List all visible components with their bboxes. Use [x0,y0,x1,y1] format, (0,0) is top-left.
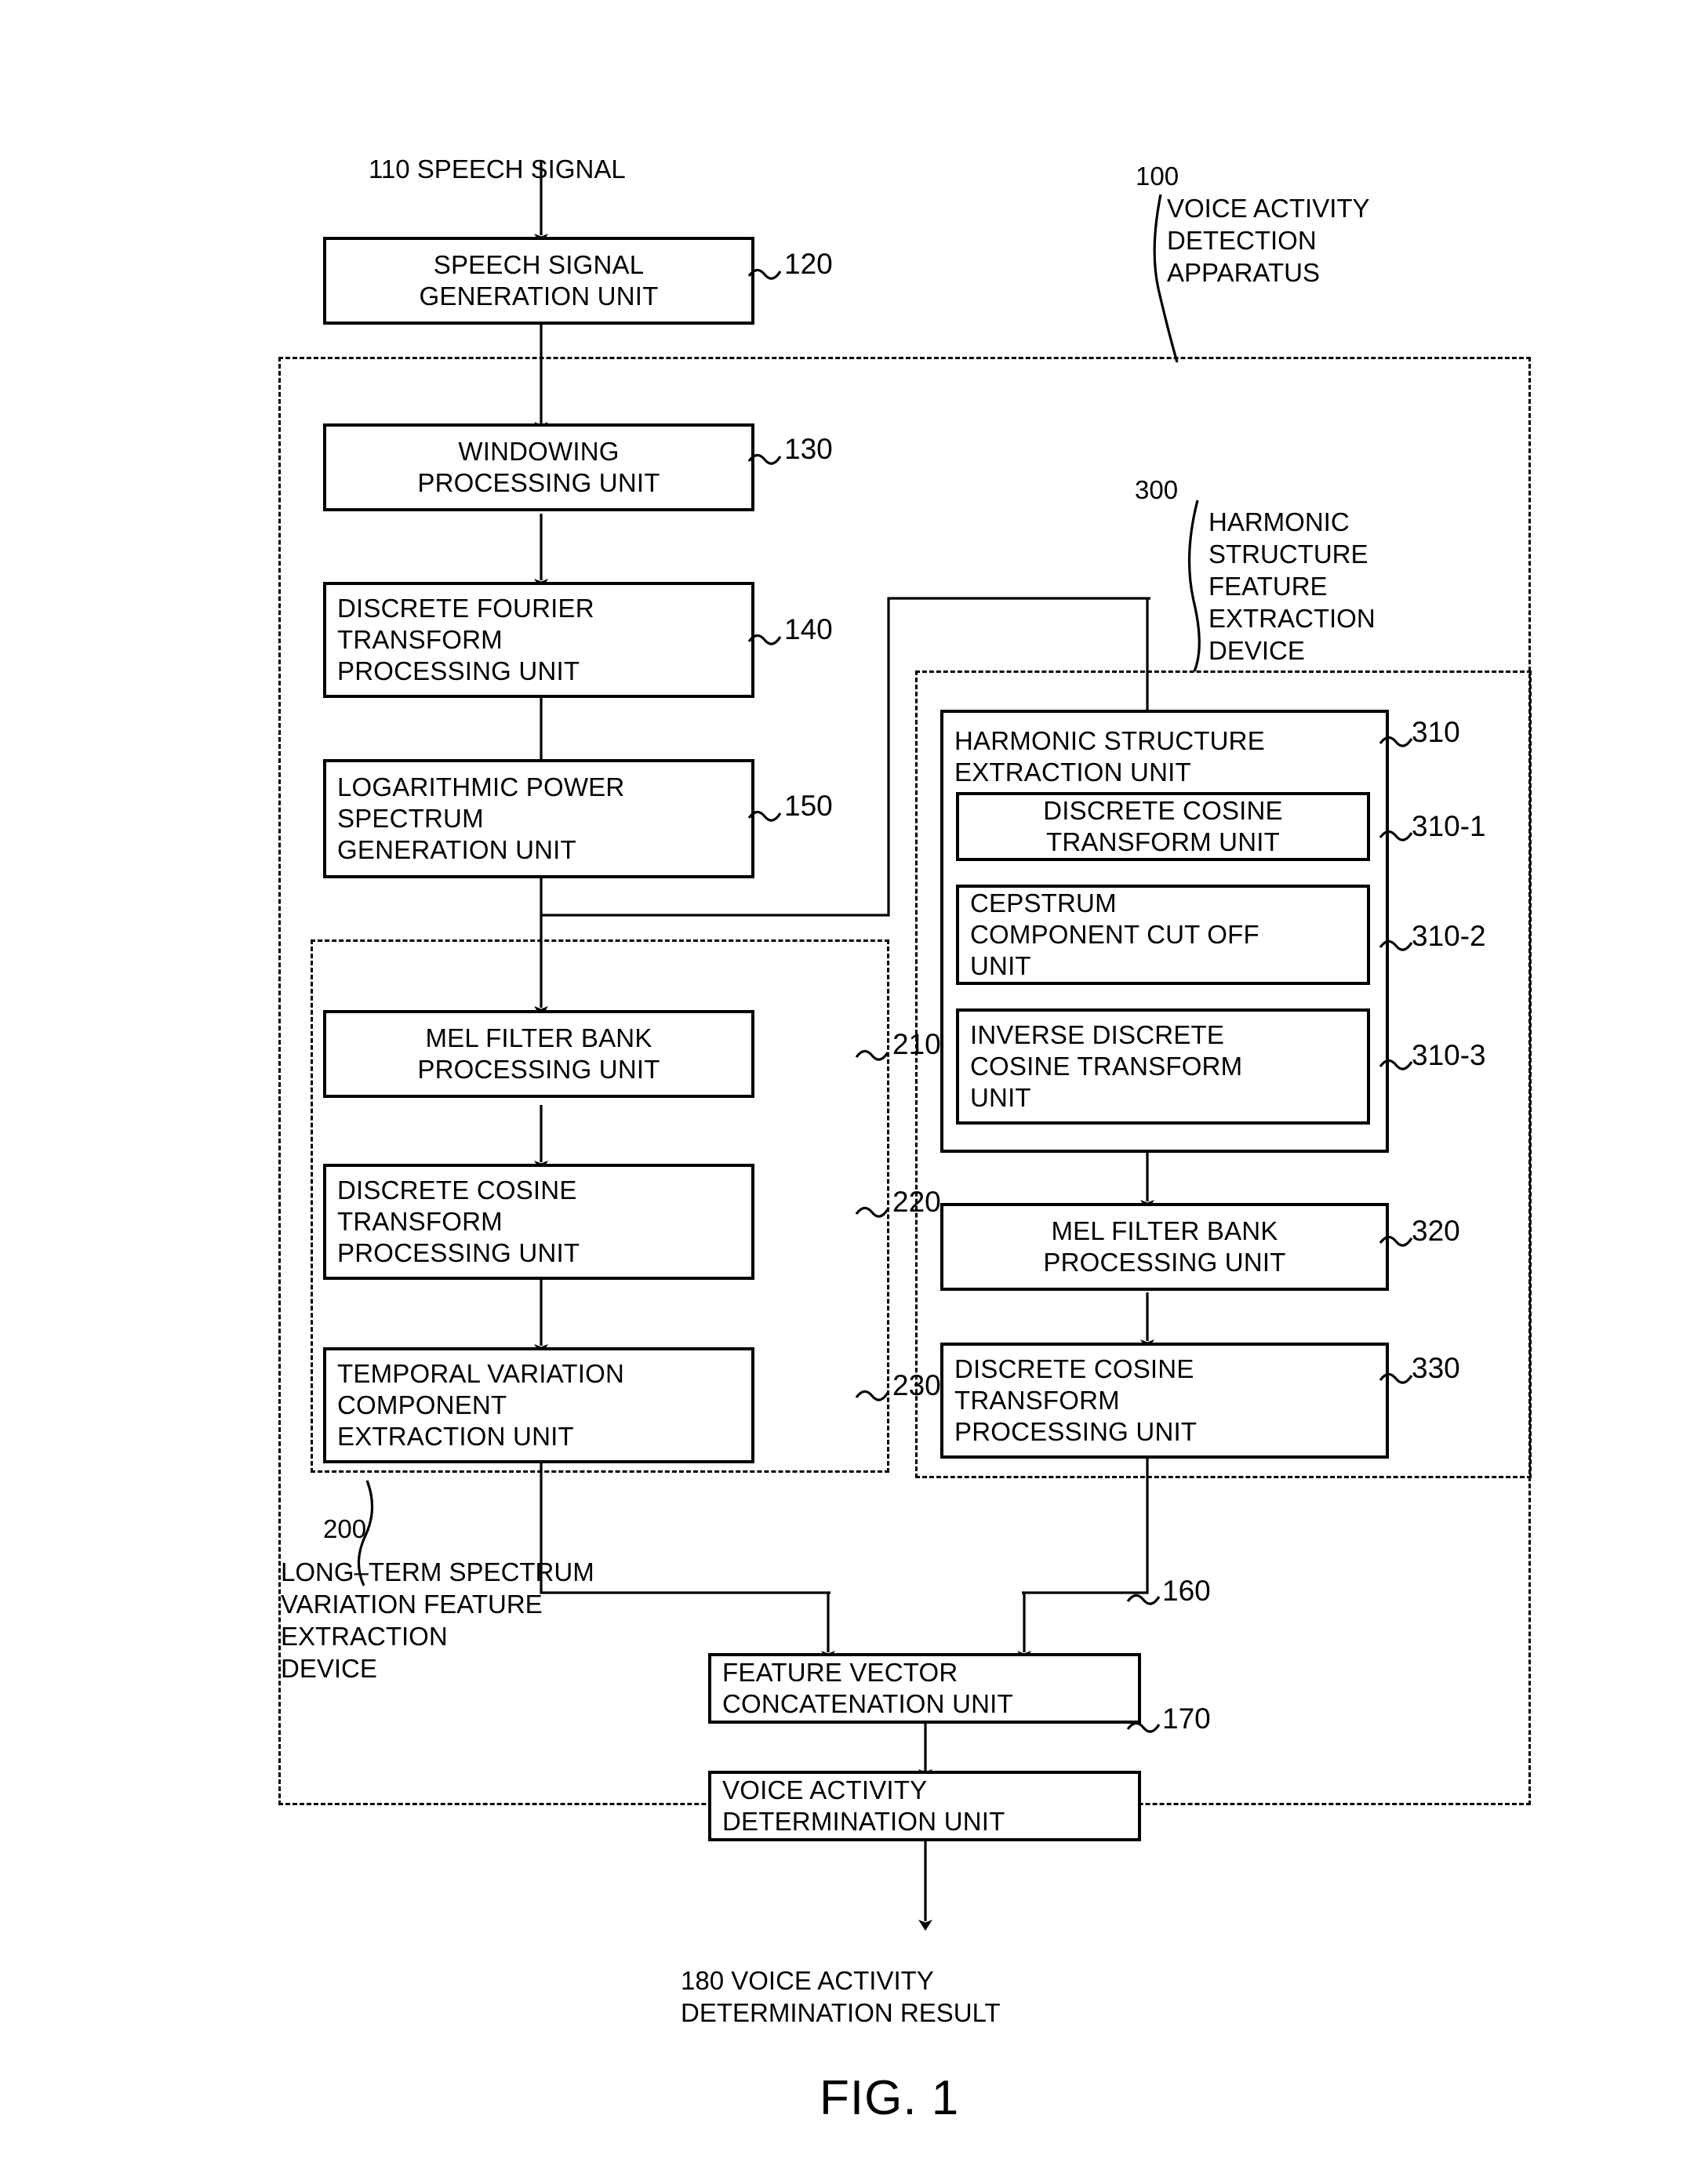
ref-160: 160 [1162,1575,1211,1607]
block-310-2-label: CEPSTRUM COMPONENT CUT OFF UNIT [970,888,1259,981]
block-170-label: VOICE ACTIVITY DETERMINATION UNIT [722,1775,1005,1836]
ref-310-3: 310-3 [1412,1039,1486,1071]
ref-330: 330 [1412,1352,1460,1384]
ref-320: 320 [1412,1215,1460,1247]
block-temporal-variation-component-extraction-unit[interactable]: TEMPORAL VARIATION COMPONENT EXTRACTION … [323,1347,754,1463]
block-inverse-discrete-cosine-transform-unit[interactable]: INVERSE DISCRETE COSINE TRANSFORM UNIT [956,1008,1370,1125]
block-discrete-cosine-transform-processing-unit-330[interactable]: DISCRETE COSINE TRANSFORM PROCESSING UNI… [940,1343,1389,1459]
block-voice-activity-determination-unit[interactable]: VOICE ACTIVITY DETERMINATION UNIT [708,1771,1141,1841]
ref-120: 120 [784,248,833,280]
ref-310-1: 310-1 [1412,810,1486,842]
apparatus-label: 100 VOICE ACTIVITY DETECTION APPARATUS [1136,161,1370,289]
block-mel-filter-bank-processing-unit-210[interactable]: MEL FILTER BANK PROCESSING UNIT [323,1010,754,1098]
ref-150: 150 [784,790,833,822]
block-discrete-fourier-transform-processing-unit[interactable]: DISCRETE FOURIER TRANSFORM PROCESSING UN… [323,582,754,698]
ref-170: 170 [1162,1703,1211,1735]
input-signal-text: SPEECH SIGNAL [416,154,626,184]
ref-210: 210 [892,1028,941,1060]
harmonic-device-ref: 300 [1135,475,1179,504]
ref-130: 130 [784,433,833,465]
harmonic-device-label: 300 HARMONIC STRUCTURE FEATURE EXTRACTION… [1135,474,1376,667]
apparatus-text: VOICE ACTIVITY DETECTION APPARATUS [1167,193,1370,287]
block-discrete-cosine-transform-unit-310-1[interactable]: DISCRETE COSINE TRANSFORM UNIT [956,792,1370,861]
block-speech-signal-generation-unit[interactable]: SPEECH SIGNAL GENERATION UNIT [323,237,754,325]
block-mel-filter-bank-processing-unit-320[interactable]: MEL FILTER BANK PROCESSING UNIT [940,1203,1389,1291]
ref-310: 310 [1412,716,1460,748]
ref-310-2: 310-2 [1412,920,1486,952]
ref-140: 140 [784,613,833,645]
patent-figure: 110 SPEECH SIGNAL 100 VOICE ACTIVITY DETE… [0,0,1701,2184]
block-windowing-processing-unit[interactable]: WINDOWING PROCESSING UNIT [323,423,754,511]
block-discrete-cosine-transform-processing-unit-220[interactable]: DISCRETE COSINE TRANSFORM PROCESSING UNI… [323,1164,754,1280]
block-160-label: FEATURE VECTOR CONCATENATION UNIT [722,1657,1013,1718]
block-320-label: MEL FILTER BANK PROCESSING UNIT [1043,1216,1286,1277]
block-330-label: DISCRETE COSINE TRANSFORM PROCESSING UNI… [954,1354,1198,1447]
block-210-label: MEL FILTER BANK PROCESSING UNIT [417,1023,660,1084]
output-result-label: 180 VOICE ACTIVITY DETERMINATION RESULT [681,1933,1001,2030]
block-130-label: WINDOWING PROCESSING UNIT [417,436,660,497]
input-signal-label: 110 SPEECH SIGNAL [369,122,626,186]
harmonic-device-text: HARMONIC STRUCTURE FEATURE EXTRACTION DE… [1209,507,1376,665]
block-cepstrum-component-cut-off-unit[interactable]: CEPSTRUM COMPONENT CUT OFF UNIT [956,885,1370,985]
input-signal-ref: 110 [369,154,410,184]
ref-230: 230 [892,1369,941,1401]
block-220-label: DISCRETE COSINE TRANSFORM PROCESSING UNI… [337,1175,580,1268]
figure-caption: FIG. 1 [820,2071,960,2125]
longterm-device-text: LONG–TERM SPECTRUM VARIATION FEATURE EXT… [281,1557,594,1683]
longterm-device-ref: 200 [323,1514,367,1543]
block-310-3-label: INVERSE DISCRETE COSINE TRANSFORM UNIT [970,1019,1243,1113]
block-140-label: DISCRETE FOURIER TRANSFORM PROCESSING UN… [337,593,594,686]
apparatus-ref: 100 [1136,162,1179,191]
block-310-label: HARMONIC STRUCTURE EXTRACTION UNIT [954,726,1265,787]
block-feature-vector-concatenation-unit[interactable]: FEATURE VECTOR CONCATENATION UNIT [708,1653,1141,1724]
block-120-label: SPEECH SIGNAL GENERATION UNIT [419,249,659,311]
ref-220: 220 [892,1186,941,1218]
block-150-label: LOGARITHMIC POWER SPECTRUM GENERATION UN… [337,772,625,865]
output-result-ref: 180 [681,1965,725,1995]
block-230-label: TEMPORAL VARIATION COMPONENT EXTRACTION … [337,1358,625,1452]
block-logarithmic-power-spectrum-generation-unit[interactable]: LOGARITHMIC POWER SPECTRUM GENERATION UN… [323,759,754,878]
block-310-1-label: DISCRETE COSINE TRANSFORM UNIT [1043,795,1283,856]
